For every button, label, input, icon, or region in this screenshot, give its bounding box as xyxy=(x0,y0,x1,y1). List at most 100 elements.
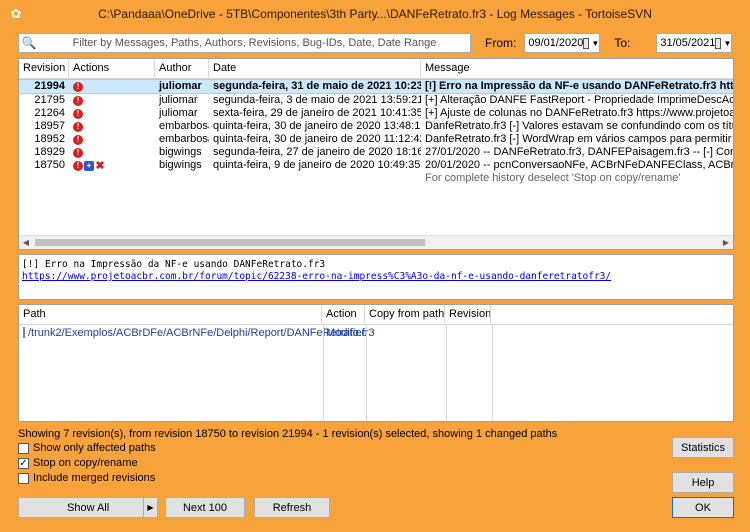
column-revision[interactable]: Revision xyxy=(19,59,69,78)
message-link[interactable]: https://www.projetoacbr.com.br/forum/top… xyxy=(22,271,730,283)
modified-icon: ! xyxy=(73,134,83,145)
author: juliomar xyxy=(159,107,198,119)
chevron-down-icon[interactable]: ▼ xyxy=(591,39,599,48)
column-date[interactable]: Date xyxy=(209,59,421,78)
log-row[interactable]: 21795! juliomar segunda-feira, 3 de maio d… xyxy=(19,94,733,107)
message-line: [!] Erro na Impressão da NF-e usando DAN… xyxy=(22,259,326,270)
column-copy-from-path[interactable]: Copy from path xyxy=(365,305,445,324)
next-100-button[interactable]: Next 100 xyxy=(165,497,245,518)
modified-icon: ! xyxy=(73,121,83,132)
calendar-icon[interactable] xyxy=(583,37,590,49)
chevron-right-icon[interactable]: ▶ xyxy=(143,498,157,517)
modified-icon: ! xyxy=(73,160,83,171)
column-message[interactable]: Message xyxy=(421,59,733,78)
revision-number: 21264 xyxy=(34,107,65,119)
file-icon xyxy=(23,327,25,338)
filter-input[interactable]: 🔍 Filter by Messages, Paths, Authors, Re… xyxy=(18,33,471,53)
author: bigwings xyxy=(159,146,202,158)
path-row[interactable]: /trunk2/Exemplos/ACBrDFe/ACBrNFe/Delphi/… xyxy=(19,325,733,340)
checkbox-box[interactable] xyxy=(18,442,29,454)
path-action: Modified xyxy=(326,326,368,339)
to-date-picker[interactable]: 31/05/2021 ▼ xyxy=(656,33,733,53)
message: DanfeRetrato.fr3 [-] WordWrap em vários … xyxy=(425,133,733,145)
scroll-right-icon[interactable]: ▶ xyxy=(719,236,733,250)
message: [!] Erro na Impressão da NF-e usando DAN… xyxy=(425,80,733,92)
column-actions[interactable]: Actions xyxy=(69,59,155,78)
chevron-down-icon[interactable]: ▼ xyxy=(723,39,731,48)
message: 27/01/2020 -- DANFeRetrato.fr3, DANFEPai… xyxy=(425,146,733,158)
from-date-value: 09/01/2020 xyxy=(528,37,584,49)
actions-cell: ! xyxy=(69,94,155,107)
history-note-row: For complete history deselect 'Stop on c… xyxy=(19,172,733,185)
changed-paths-list[interactable]: Path Action Copy from path Revision /tru… xyxy=(18,304,734,422)
date: segunda-feira, 3 de maio de 2021 13:59:2… xyxy=(213,94,421,106)
added-icon: + xyxy=(84,160,94,171)
show-all-button[interactable]: Show All ▶ xyxy=(18,497,158,518)
status-text: Showing 7 revision(s), from revision 187… xyxy=(18,428,558,440)
actions-cell: ! xyxy=(69,133,155,146)
revision-list[interactable]: Revision Actions Author Date Message 219… xyxy=(18,58,734,250)
modified-icon: ! xyxy=(73,108,83,119)
log-row[interactable]: 18957! embarbosa quinta-feira, 30 de janei… xyxy=(19,120,733,133)
revision-number: 18750 xyxy=(34,159,65,171)
checkbox-stop-on-copy[interactable]: ✓ Stop on copy/rename xyxy=(18,457,138,469)
window-title: C:\Pandaaa\OneDrive - 5TB\Componentes\3t… xyxy=(98,7,652,21)
revision-number: 18957 xyxy=(34,120,65,132)
modified-icon: ! xyxy=(73,147,83,158)
calendar-icon[interactable] xyxy=(715,37,722,49)
horizontal-scrollbar[interactable]: ◀ ▶ xyxy=(19,235,733,249)
tortoisesvn-icon: ✿ xyxy=(10,6,22,21)
to-label: To: xyxy=(614,36,631,50)
checkbox-include-merged[interactable]: Include merged revisions xyxy=(18,472,155,484)
column-author[interactable]: Author xyxy=(155,59,209,78)
filter-placeholder: Filter by Messages, Paths, Authors, Revi… xyxy=(72,37,437,49)
column-path-revision[interactable]: Revision xyxy=(445,305,491,324)
message-detail[interactable]: [!] Erro na Impressão da NF-e usando DAN… xyxy=(18,254,734,300)
search-icon[interactable]: 🔍 xyxy=(19,36,39,50)
author: embarbosa xyxy=(159,133,209,145)
actions-cell: ! xyxy=(69,107,155,120)
scrollbar-thumb[interactable] xyxy=(35,239,425,246)
actions-cell: ! xyxy=(69,80,155,93)
revision-number: 18952 xyxy=(34,133,65,145)
from-date-picker[interactable]: 09/01/2020 ▼ xyxy=(524,33,601,53)
log-row[interactable]: 21994! juliomar segunda-feira, 31 de maio … xyxy=(19,79,733,94)
date: quinta-feira, 30 de janeiro de 2020 13:4… xyxy=(213,120,421,132)
filter-bar: 🔍 Filter by Messages, Paths, Authors, Re… xyxy=(18,32,734,54)
actions-cell: ! xyxy=(69,120,155,133)
ok-button[interactable]: OK xyxy=(672,497,734,518)
checkbox-affected-paths[interactable]: Show only affected paths xyxy=(18,442,156,454)
actions-cell: ! xyxy=(69,146,155,159)
scroll-left-icon[interactable]: ◀ xyxy=(19,236,33,250)
statistics-button[interactable]: Statistics xyxy=(672,437,734,458)
revision-number: 21994 xyxy=(34,80,65,92)
date: quinta-feira, 9 de janeiro de 2020 10:49… xyxy=(213,159,421,171)
author: bigwings xyxy=(159,159,202,171)
author: juliomar xyxy=(159,80,202,92)
revision-list-header: Revision Actions Author Date Message xyxy=(19,59,733,79)
log-row[interactable]: 18929! bigwings segunda-feira, 27 de janei… xyxy=(19,146,733,159)
message: 20/01/2020 -- pcnConversaoNFe, ACBrNFeDA… xyxy=(425,159,733,171)
checkbox-box[interactable]: ✓ xyxy=(18,457,29,469)
title-bar: ✿ C:\Pandaaa\OneDrive - 5TB\Componentes\… xyxy=(0,0,750,28)
column-action[interactable]: Action xyxy=(322,305,365,324)
date: segunda-feira, 31 de maio de 2021 10:23:… xyxy=(213,80,421,92)
message: [+] Ajuste de colunas no DANFeRetrato.fr… xyxy=(425,107,733,119)
history-note: For complete history deselect 'Stop on c… xyxy=(425,172,681,184)
modified-icon: ! xyxy=(73,81,83,92)
revision-number: 21795 xyxy=(34,94,65,106)
column-path[interactable]: Path xyxy=(19,305,322,324)
message: [+] Alteração DANFE FastReport - Proprie… xyxy=(425,94,733,106)
deleted-icon: ✖ xyxy=(95,159,105,172)
log-row[interactable]: 18952! embarbosa quinta-feira, 30 de janei… xyxy=(19,133,733,146)
help-button[interactable]: Help xyxy=(672,472,734,493)
paths-header: Path Action Copy from path Revision xyxy=(19,305,733,325)
author: juliomar xyxy=(159,94,198,106)
refresh-button[interactable]: Refresh xyxy=(254,497,330,518)
revision-number: 18929 xyxy=(34,146,65,158)
checkbox-box[interactable] xyxy=(18,472,29,484)
log-row[interactable]: 18750! + ✖ bigwings quinta-feira, 9 de janei… xyxy=(19,159,733,172)
log-row[interactable]: 21264! juliomar sexta-feira, 29 de janeiro… xyxy=(19,107,733,120)
to-date-value: 31/05/2021 xyxy=(660,37,716,49)
modified-icon: ! xyxy=(73,95,83,106)
